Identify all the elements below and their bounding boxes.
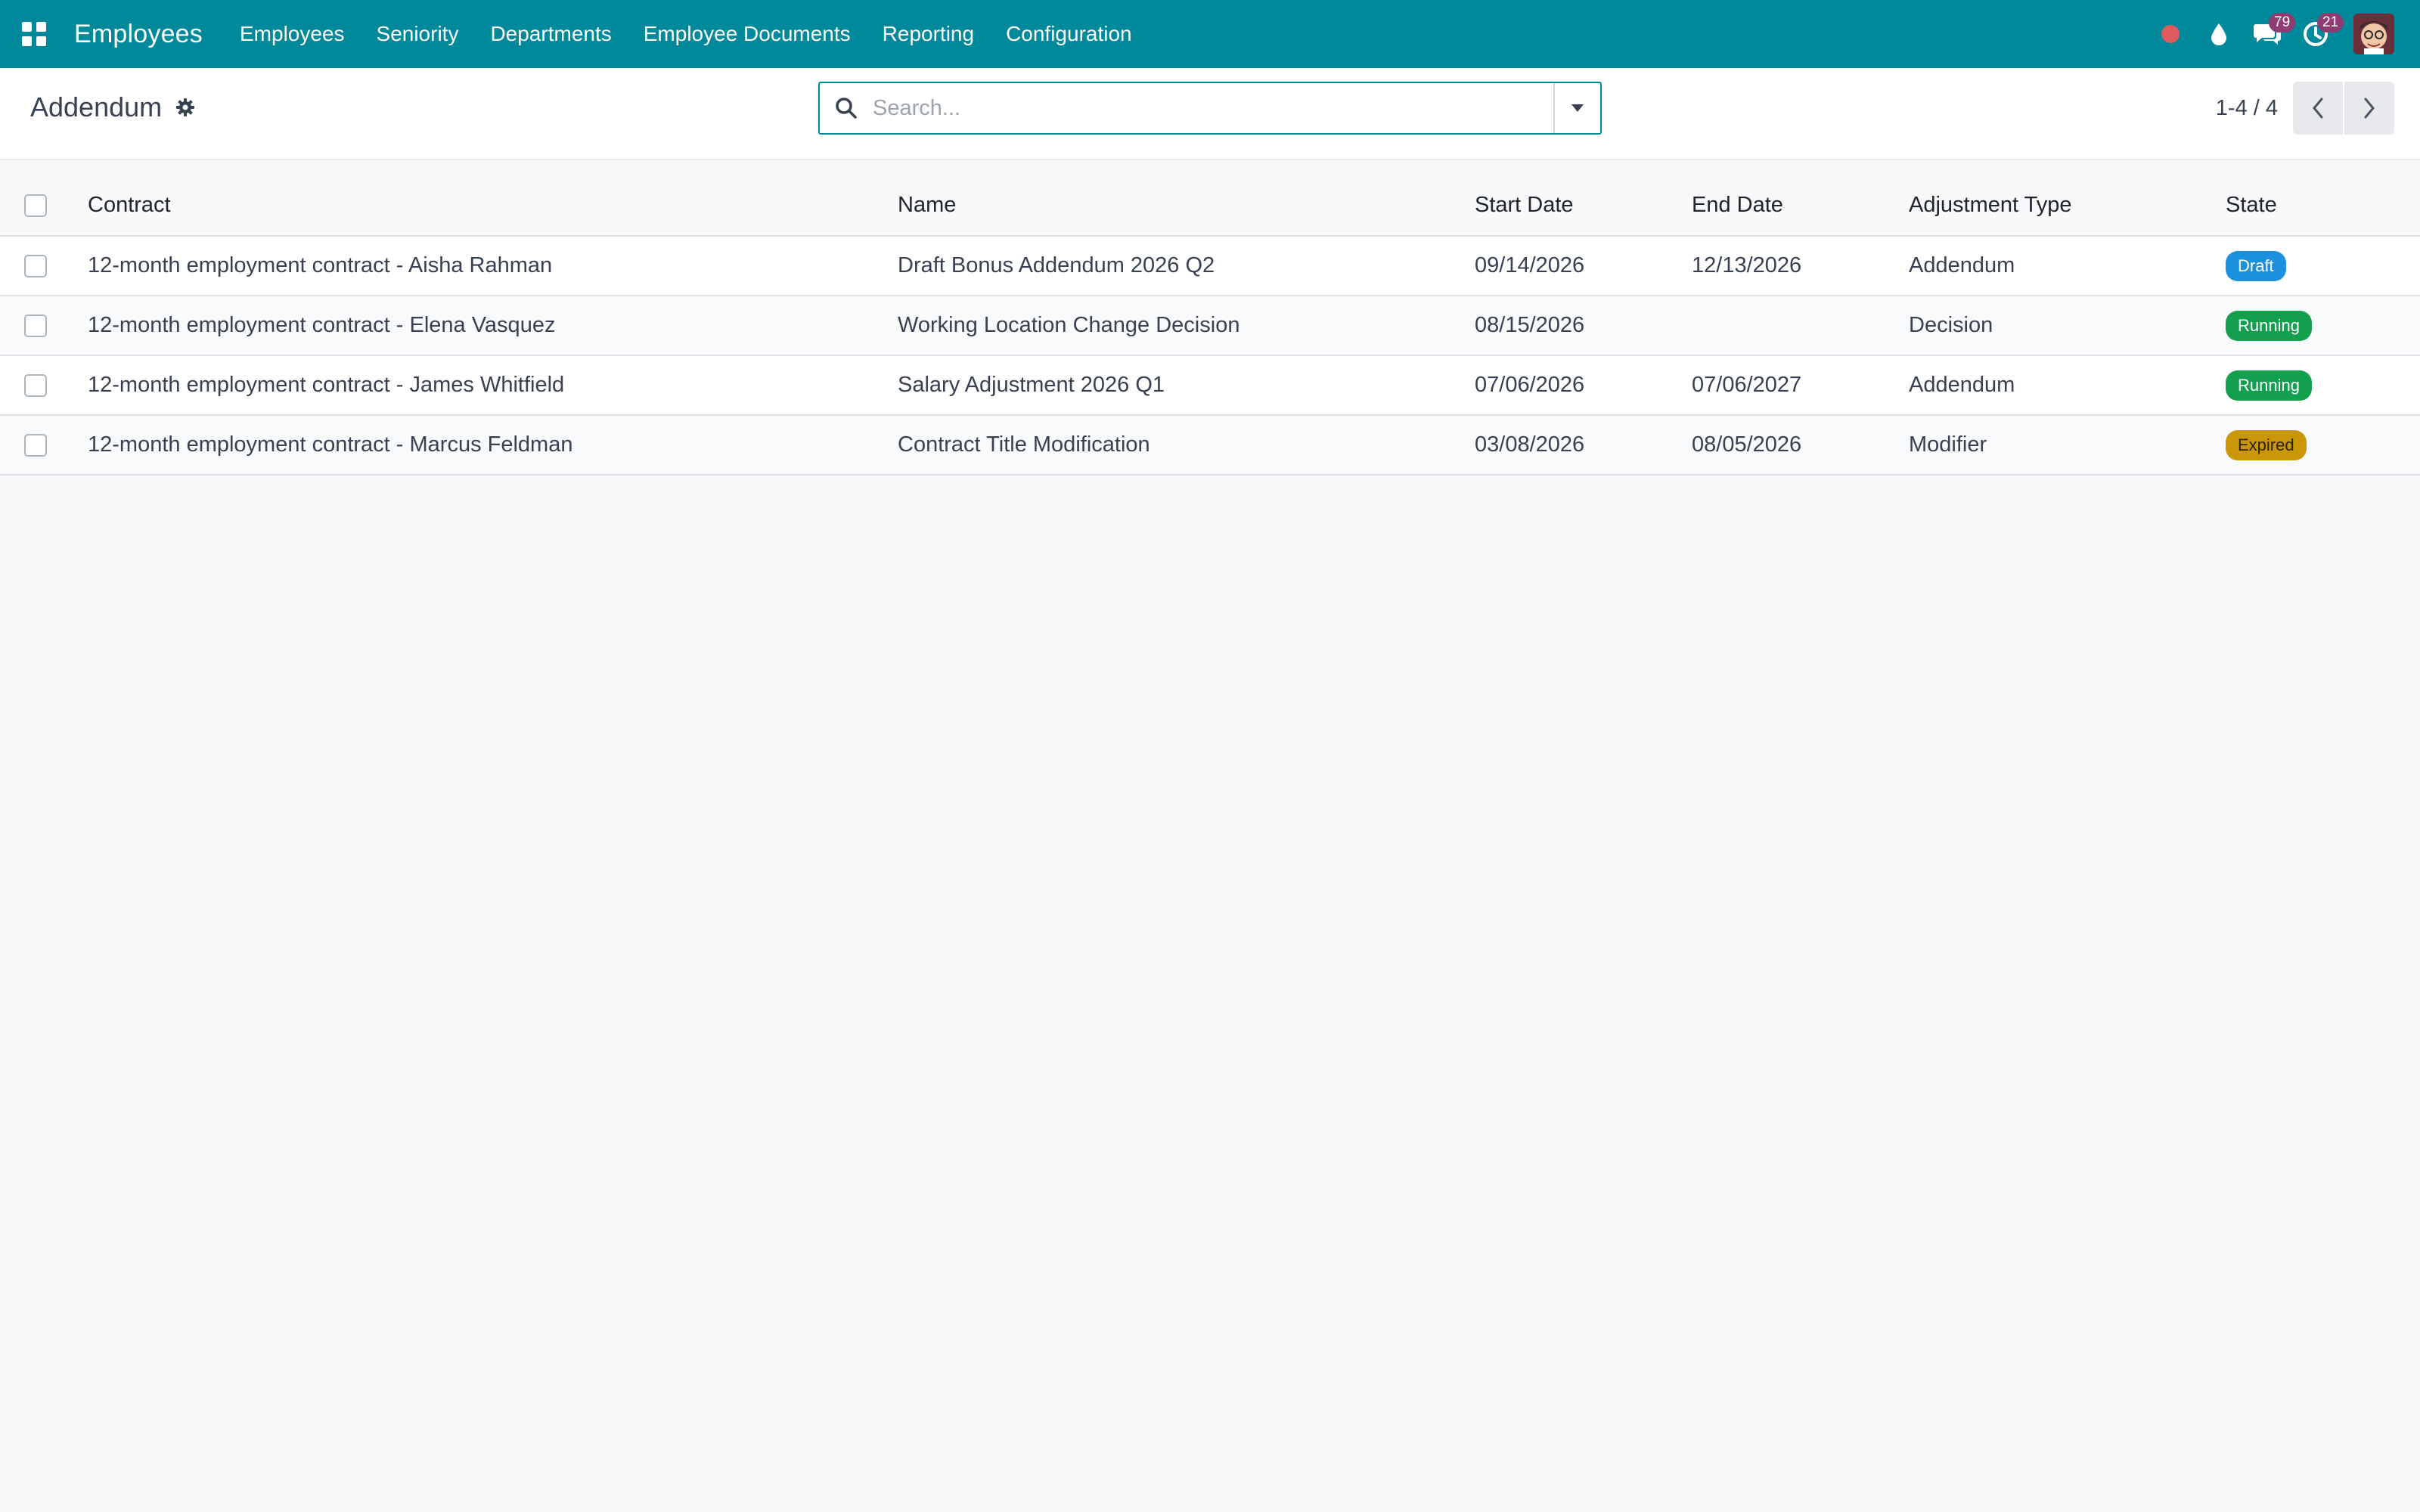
messages-button[interactable]: 79 [2243,0,2296,68]
row-checkbox[interactable] [24,314,47,338]
cell-state[interactable]: Running [2226,355,2420,416]
column-header-adjustment-type[interactable]: Adjustment Type [1909,160,2226,237]
column-header-state[interactable]: State [2226,160,2420,237]
menu-employees[interactable]: Employees [224,0,361,68]
navbar-systray: 79 21 [2146,0,2420,68]
cell-start-date[interactable]: 07/06/2026 [1475,355,1692,416]
row-checkbox[interactable] [24,255,47,278]
menu-configuration[interactable]: Configuration [990,0,1148,68]
cell-contract[interactable]: 12-month employment contract - Elena Vas… [88,296,898,356]
apps-grid-icon [22,22,46,46]
gear-icon[interactable] [175,98,195,117]
apps-menu-button[interactable] [0,0,68,68]
search-options-toggle[interactable] [1553,83,1600,133]
chevron-left-icon [2313,98,2323,119]
cell-end-date[interactable]: 12/13/2026 [1692,236,1909,296]
addendum-table: Contract Name Start Date End Date Adjust… [0,160,2420,476]
menu-departments[interactable]: Departments [474,0,627,68]
cell-end-date[interactable]: 08/05/2026 [1692,415,1909,476]
cell-start-date[interactable]: 08/15/2026 [1475,296,1692,356]
pager-value[interactable]: 1-4 / 4 [2216,96,2278,121]
row-checkbox[interactable] [24,434,47,457]
menu-employee-documents[interactable]: Employee Documents [628,0,867,68]
column-header-end-date[interactable]: End Date [1692,160,1909,237]
user-avatar[interactable] [2353,14,2394,54]
search-icon [836,98,857,119]
row-select-cell [0,236,88,296]
control-panel: Addendum Search... 1-4 / 4 [0,68,2420,160]
cell-start-date[interactable]: 09/14/2026 [1475,236,1692,296]
cell-contract[interactable]: 12-month employment contract - Marcus Fe… [88,415,898,476]
record-dot-icon [2161,25,2180,43]
top-navbar: Employees Employees Seniority Department… [0,0,2420,68]
avatar-face-icon [2353,14,2394,54]
cell-state[interactable]: Draft [2226,236,2420,296]
cell-end-date[interactable] [1692,296,1909,356]
column-header-name[interactable]: Name [898,160,1475,237]
cell-adjustment-type[interactable]: Addendum [1909,236,2226,296]
activities-button[interactable]: 21 [2291,0,2344,68]
drop-button[interactable] [2195,0,2243,68]
table-header-row: Contract Name Start Date End Date Adjust… [0,160,2420,237]
water-drop-icon [2211,23,2226,45]
page-title: Addendum [30,91,163,122]
pager-previous-button[interactable] [2293,82,2343,135]
status-badge: Draft [2226,250,2286,281]
cell-state[interactable]: Running [2226,296,2420,356]
search-input[interactable] [873,85,1553,131]
status-badge: Running [2226,370,2312,401]
chevron-right-icon [2364,98,2375,119]
pager-next-button[interactable] [2344,82,2394,135]
cell-contract[interactable]: 12-month employment contract - James Whi… [88,355,898,416]
select-all-checkbox[interactable] [24,194,47,218]
caret-down-icon [1571,104,1584,112]
table-row[interactable]: 12-month employment contract - Elena Vas… [0,296,2420,356]
activities-badge: 21 [2317,13,2344,33]
record-button[interactable] [2146,0,2195,68]
column-header-contract[interactable]: Contract [88,160,898,237]
menu-reporting[interactable]: Reporting [867,0,990,68]
cell-contract[interactable]: 12-month employment contract - Aisha Rah… [88,236,898,296]
cell-start-date[interactable]: 03/08/2026 [1475,415,1692,476]
status-badge: Expired [2226,429,2307,460]
column-header-start-date[interactable]: Start Date [1475,160,1692,237]
cell-name[interactable]: Salary Adjustment 2026 Q1 [898,355,1475,416]
table-row[interactable]: 12-month employment contract - Marcus Fe… [0,415,2420,476]
list-view: Contract Name Start Date End Date Adjust… [0,160,2420,476]
search-bar [818,82,1602,135]
breadcrumb: Addendum [30,68,195,147]
cell-adjustment-type[interactable]: Addendum [1909,355,2226,416]
table-row[interactable]: 12-month employment contract - Aisha Rah… [0,236,2420,296]
cell-name[interactable]: Contract Title Modification [898,415,1475,476]
pager: 1-4 / 4 [2216,82,2394,135]
cell-end-date[interactable]: 07/06/2027 [1692,355,1909,416]
cell-adjustment-type[interactable]: Decision [1909,296,2226,356]
cell-name[interactable]: Working Location Change Decision [898,296,1475,356]
app-brand[interactable]: Employees [74,20,203,49]
cell-name[interactable]: Draft Bonus Addendum 2026 Q2 [898,236,1475,296]
status-badge: Running [2226,310,2312,341]
row-select-cell [0,296,88,356]
menu-seniority[interactable]: Seniority [361,0,475,68]
row-select-cell [0,355,88,416]
row-checkbox[interactable] [24,374,47,398]
search-button[interactable] [820,83,873,133]
row-select-cell [0,415,88,476]
cell-state[interactable]: Expired [2226,415,2420,476]
table-row[interactable]: 12-month employment contract - James Whi… [0,355,2420,416]
cell-adjustment-type[interactable]: Modifier [1909,415,2226,476]
select-all-cell [0,160,88,237]
